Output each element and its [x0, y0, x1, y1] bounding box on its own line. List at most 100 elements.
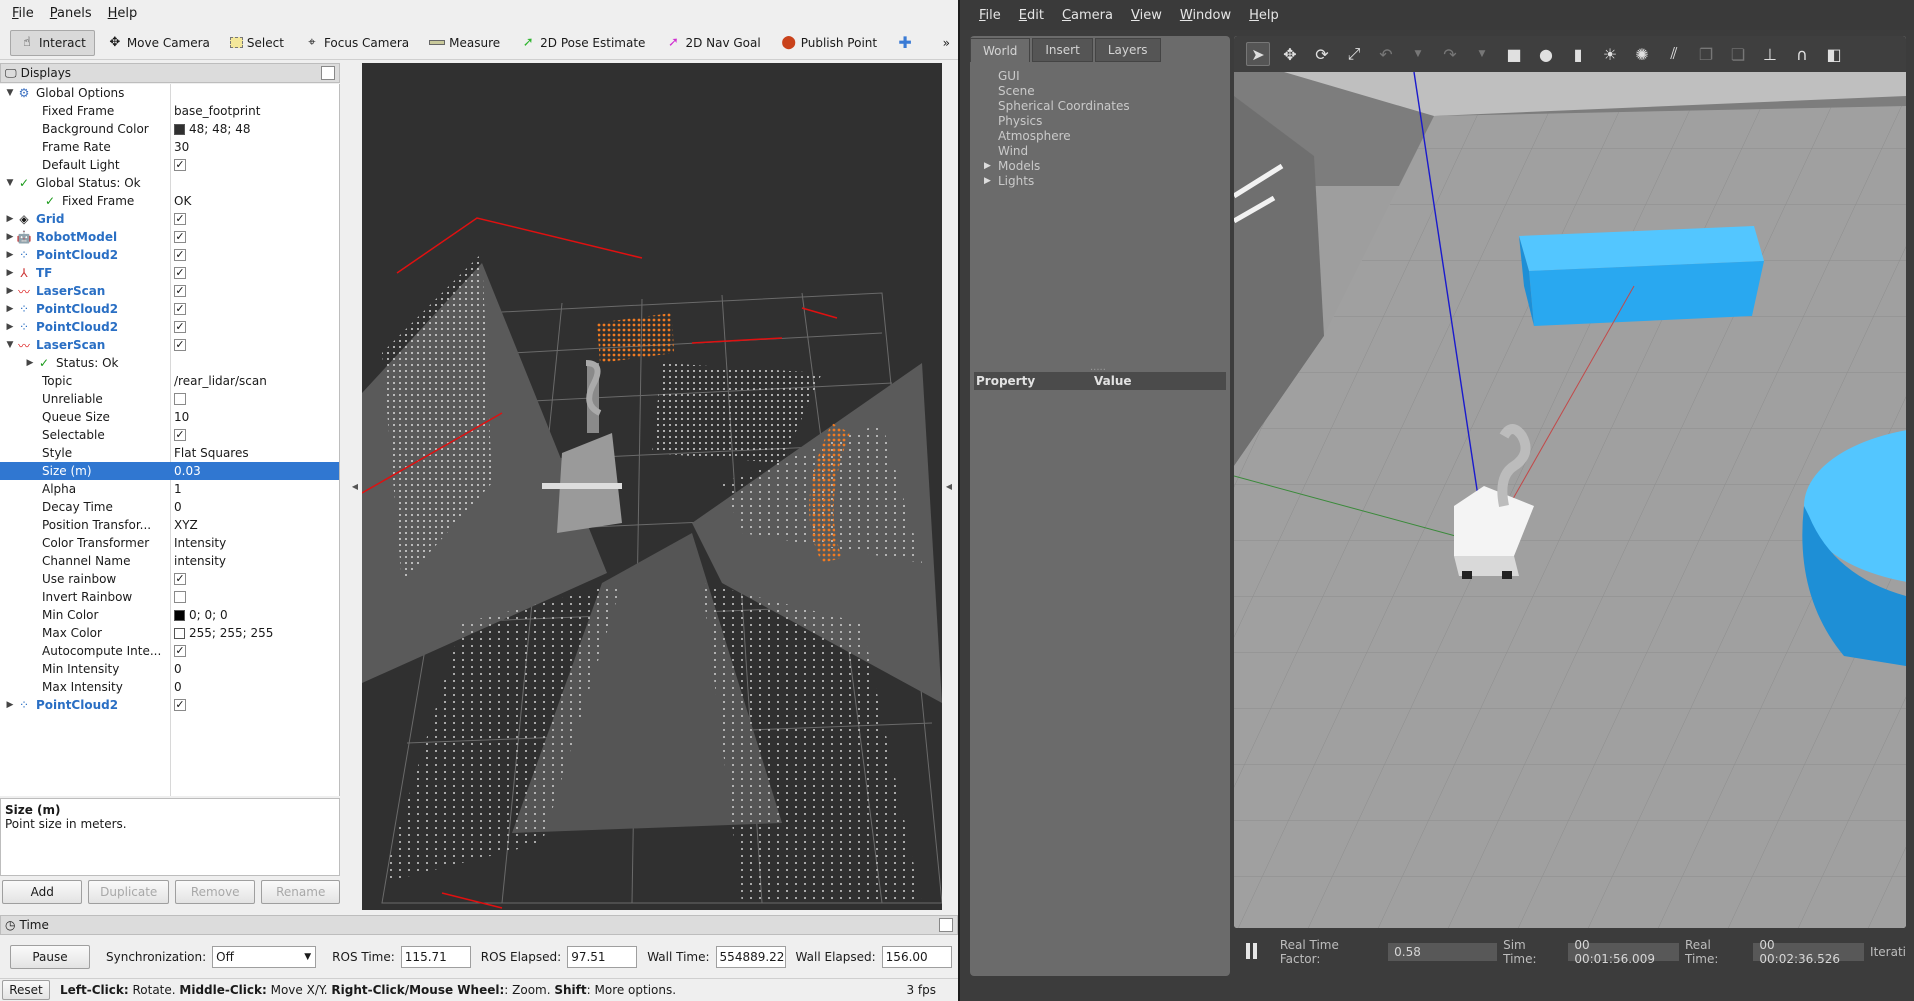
- snap-icon[interactable]: ∩: [1790, 42, 1814, 66]
- tree-row-background-color[interactable]: Background Color 48; 48; 48: [0, 120, 339, 138]
- laserscan-checkbox[interactable]: ✓: [174, 285, 186, 297]
- expand-arrow-icon[interactable]: ▶: [4, 322, 16, 332]
- wall-time-field[interactable]: 554889.22: [715, 946, 786, 968]
- selectable-checkbox[interactable]: ✓: [174, 429, 186, 441]
- tree-row-global-options[interactable]: ▼ ⚙ Global Options: [0, 84, 339, 102]
- expand-arrow-icon[interactable]: ▶: [4, 700, 16, 710]
- tree-row-style[interactable]: Style Flat Squares: [0, 444, 339, 462]
- tool-move-camera[interactable]: ✥ Move Camera: [99, 30, 218, 56]
- tree-row-laserscan[interactable]: ▶ 〰 LaserScan ✓: [0, 282, 339, 300]
- redo-icon[interactable]: ↷: [1438, 42, 1462, 66]
- expand-arrow-icon[interactable]: ▶: [4, 268, 16, 278]
- panel-float-button[interactable]: [939, 918, 953, 932]
- tool-interact[interactable]: ☝ Interact: [10, 29, 95, 56]
- tool-select[interactable]: Select: [222, 30, 292, 56]
- tool-2d-pose-estimate[interactable]: ➚ 2D Pose Estimate: [512, 30, 653, 56]
- ros-elapsed-field[interactable]: 97.51: [567, 946, 638, 968]
- tool-focus-camera[interactable]: ⌖ Focus Camera: [296, 30, 417, 56]
- world-item-models[interactable]: ▶ Models: [970, 158, 1230, 173]
- world-item-scene[interactable]: Scene: [970, 83, 1230, 98]
- gz-menu-edit[interactable]: Edit: [1010, 8, 1053, 23]
- scale-icon[interactable]: ⤢: [1342, 42, 1366, 66]
- wall-elapsed-field[interactable]: 156.00: [881, 946, 952, 968]
- tree-row-size-selected[interactable]: Size (m) 0.03: [0, 462, 339, 480]
- menu-help[interactable]: Help: [100, 6, 146, 21]
- point-light-icon[interactable]: ☀: [1598, 42, 1622, 66]
- world-item-gui[interactable]: GUI: [970, 68, 1230, 83]
- world-item-atmosphere[interactable]: Atmosphere: [970, 128, 1230, 143]
- use-rainbow-checkbox[interactable]: ✓: [174, 573, 186, 585]
- tree-row-robotmodel[interactable]: ▶ 🤖 RobotModel ✓: [0, 228, 339, 246]
- select-arrow-icon[interactable]: ➤: [1246, 42, 1270, 66]
- copy-icon[interactable]: ❐: [1694, 42, 1718, 66]
- expand-arrow-icon[interactable]: ▶: [4, 304, 16, 314]
- tool-measure[interactable]: Measure: [421, 30, 508, 56]
- robotmodel-checkbox[interactable]: ✓: [174, 231, 186, 243]
- tree-row-unreliable[interactable]: Unreliable: [0, 390, 339, 408]
- expand-arrow-icon[interactable]: ▼: [4, 340, 16, 350]
- world-item-lights[interactable]: ▶ Lights: [970, 173, 1230, 188]
- tool-2d-nav-goal[interactable]: ➚ 2D Nav Goal: [657, 30, 768, 56]
- rviz-3d-viewport[interactable]: [362, 63, 942, 910]
- expand-arrow-icon[interactable]: ▶: [4, 214, 16, 224]
- tree-row-selectable[interactable]: Selectable ✓: [0, 426, 339, 444]
- cylinder-shape-icon[interactable]: ▮: [1566, 42, 1590, 66]
- collapse-right-handle[interactable]: ◀: [944, 63, 954, 910]
- expand-arrow-icon[interactable]: ▶: [4, 232, 16, 242]
- menu-panels[interactable]: Panels: [42, 6, 100, 21]
- tree-row-topic[interactable]: Topic/rear_lidar/scan: [0, 372, 339, 390]
- gz-menu-view[interactable]: View: [1122, 8, 1171, 23]
- rename-button[interactable]: Rename: [261, 880, 340, 904]
- tree-row-global-status[interactable]: ▼ ✓ Global Status: Ok: [0, 174, 339, 192]
- pause-sim-icon[interactable]: [1246, 943, 1264, 961]
- gz-menu-file[interactable]: File: [970, 8, 1010, 23]
- expand-arrow-icon[interactable]: ▶: [4, 286, 16, 296]
- undo-history-icon[interactable]: ▼: [1406, 42, 1430, 66]
- tree-row-max-intensity[interactable]: Max Intensity 0: [0, 678, 339, 696]
- tree-row-alpha[interactable]: Alpha 1: [0, 480, 339, 498]
- laserscan-checkbox[interactable]: ✓: [174, 339, 186, 351]
- tree-row-frame-rate[interactable]: Frame Rate 30: [0, 138, 339, 156]
- tree-row-color-transformer[interactable]: Color Transformer Intensity: [0, 534, 339, 552]
- tree-row-pointcloud2[interactable]: ▶ ⁘ PointCloud2 ✓: [0, 246, 339, 264]
- invert-rainbow-checkbox[interactable]: [174, 591, 186, 603]
- gazebo-3d-scene[interactable]: ➤ ✥ ⟳ ⤢ ↶ ▼ ↷ ▼ ■ ● ▮ ☀ ✺ ⫽ ❐ ❏ ⊥ ∩ ◧: [1234, 36, 1906, 928]
- tree-row-grid[interactable]: ▶ ◈ Grid ✓: [0, 210, 339, 228]
- gz-menu-camera[interactable]: Camera: [1053, 8, 1122, 23]
- tf-checkbox[interactable]: ✓: [174, 267, 186, 279]
- tree-row-pointcloud2[interactable]: ▶ ⁘ PointCloud2 ✓: [0, 300, 339, 318]
- world-item-wind[interactable]: Wind: [970, 143, 1230, 158]
- pointcloud2-checkbox[interactable]: ✓: [174, 249, 186, 261]
- tree-row-tf[interactable]: ▶ ⅄ TF ✓: [0, 264, 339, 282]
- tree-row-position-transformer[interactable]: Position Transfor... XYZ: [0, 516, 339, 534]
- rotate-icon[interactable]: ⟳: [1310, 42, 1334, 66]
- synchronization-select[interactable]: Off ▼: [212, 946, 317, 968]
- tree-row-pointcloud2[interactable]: ▶ ⁘ PointCloud2 ✓: [0, 318, 339, 336]
- expand-arrow-icon[interactable]: ▶: [984, 176, 998, 186]
- tree-row-min-intensity[interactable]: Min Intensity 0: [0, 660, 339, 678]
- panel-float-button[interactable]: [321, 66, 335, 80]
- toolbar-more-button[interactable]: »: [935, 30, 958, 56]
- add-tool-button[interactable]: ✚: [889, 30, 925, 56]
- pause-button[interactable]: Pause: [10, 945, 90, 969]
- ros-time-field[interactable]: 115.71: [400, 946, 471, 968]
- tree-row-default-light[interactable]: Default Light ✓: [0, 156, 339, 174]
- unreliable-checkbox[interactable]: [174, 393, 186, 405]
- align-icon[interactable]: ⊥: [1758, 42, 1782, 66]
- tree-row-use-rainbow[interactable]: Use rainbow ✓: [0, 570, 339, 588]
- world-item-spherical-coordinates[interactable]: Spherical Coordinates: [970, 98, 1230, 113]
- pointcloud2-checkbox[interactable]: ✓: [174, 321, 186, 333]
- expand-arrow-icon[interactable]: ▶: [984, 161, 998, 171]
- pointcloud2-checkbox[interactable]: ✓: [174, 699, 186, 711]
- paste-icon[interactable]: ❏: [1726, 42, 1750, 66]
- tab-insert[interactable]: Insert: [1032, 38, 1093, 62]
- box-shape-icon[interactable]: ■: [1502, 42, 1526, 66]
- tree-row-queue-size[interactable]: Queue Size 10: [0, 408, 339, 426]
- spot-light-icon[interactable]: ✺: [1630, 42, 1654, 66]
- tree-row-status[interactable]: ▶ ✓ Status: Ok: [0, 354, 339, 372]
- tree-row-laserscan[interactable]: ▼ 〰 LaserScan ✓: [0, 336, 339, 354]
- gz-menu-window[interactable]: Window: [1171, 8, 1240, 23]
- undo-icon[interactable]: ↶: [1374, 42, 1398, 66]
- add-button[interactable]: Add: [2, 880, 83, 904]
- duplicate-button[interactable]: Duplicate: [88, 880, 169, 904]
